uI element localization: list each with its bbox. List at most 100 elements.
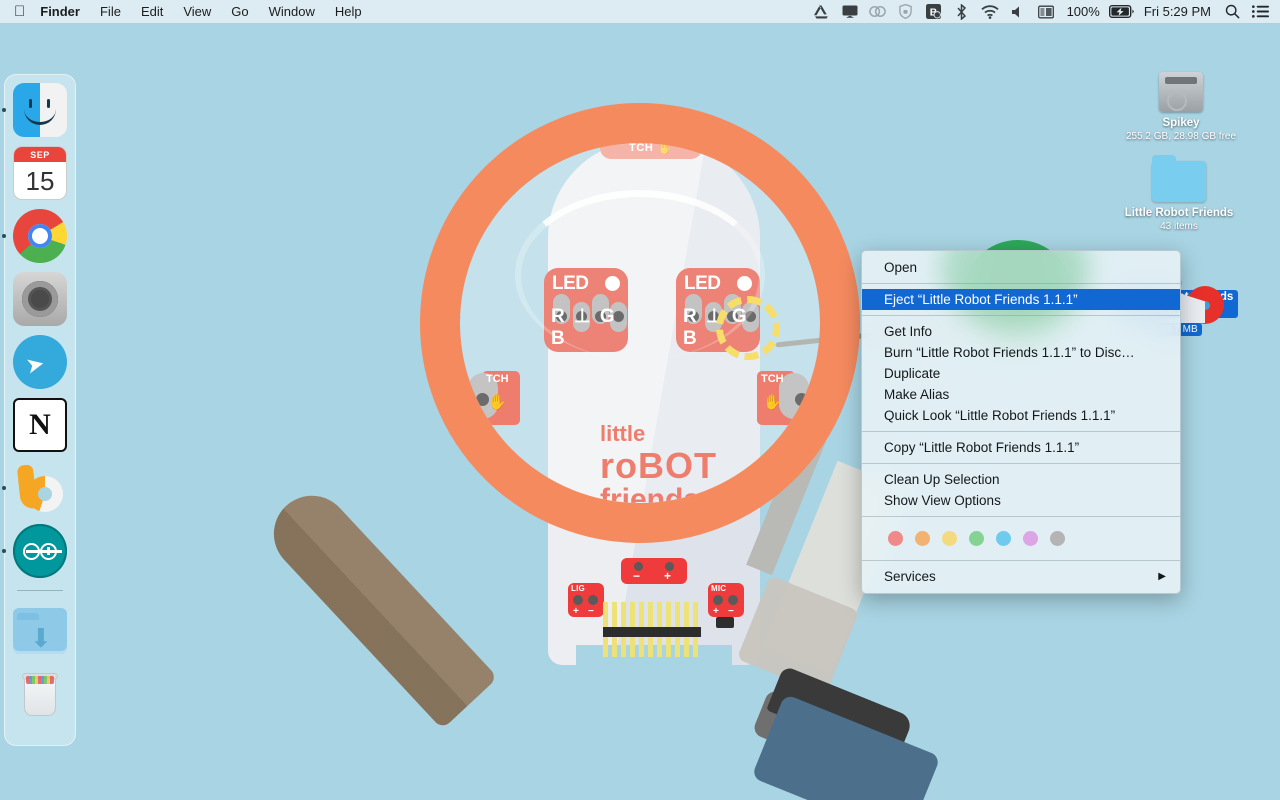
purple-tag[interactable] (1023, 531, 1038, 546)
dock-item-telegram[interactable]: ➤ (13, 335, 67, 389)
volume-icon[interactable] (1004, 5, 1032, 19)
search-icon[interactable] (1218, 4, 1246, 19)
creative-cloud-icon[interactable] (864, 5, 892, 18)
header-pin (657, 602, 662, 628)
context-menu-tag-row[interactable] (862, 522, 1180, 555)
airplay-display-icon[interactable] (836, 5, 864, 19)
dock-item-notion[interactable]: N (13, 398, 67, 452)
red-tag[interactable] (888, 531, 903, 546)
dock-item-trash[interactable] (13, 667, 67, 721)
header-pin (612, 637, 617, 657)
header-pin (621, 637, 626, 657)
dock-item-calendar[interactable]: SEP 15 (13, 146, 67, 200)
calendar-month-label: SEP (14, 147, 66, 162)
context-menu-item-copy[interactable]: Copy “Little Robot Friends 1.1.1” (862, 437, 1180, 458)
header-pin (603, 602, 608, 628)
header-pin (630, 637, 635, 657)
dock-item-bartender[interactable] (2, 461, 67, 515)
pin-header-black (603, 627, 701, 637)
menu-bar[interactable]:  Finder File Edit View Go Window Help B (0, 0, 1280, 24)
pin-header-top (603, 602, 701, 628)
dock-item-downloads[interactable]: ⬇ (13, 604, 67, 658)
menu-item-help[interactable]: Help (325, 0, 372, 24)
bartender-icon (13, 461, 67, 515)
finder-icon (13, 83, 67, 137)
header-pin (612, 602, 617, 628)
dock-item-finder[interactable] (2, 83, 67, 137)
dock-item-arduino[interactable] (2, 524, 67, 578)
yellow-tag[interactable] (942, 531, 957, 546)
gray-tag[interactable] (1050, 531, 1065, 546)
dock-item-system-preferences[interactable] (13, 272, 67, 326)
menu-item-file[interactable]: File (90, 0, 131, 24)
mic-pad-label: MIC (711, 584, 727, 593)
bartender-b-icon[interactable]: B (920, 4, 948, 19)
menu-item-go[interactable]: Go (221, 0, 258, 24)
menu-item-edit[interactable]: Edit (131, 0, 173, 24)
mic-plus-label: + (713, 606, 719, 617)
green-tag[interactable] (969, 531, 984, 546)
context-menu-item-services-label: Services (884, 569, 936, 584)
running-indicator-dot (2, 549, 6, 553)
context-menu[interactable]: Open Eject “Little Robot Friends 1.1.1” … (861, 250, 1181, 594)
context-menu-item-services[interactable]: Services ▶ (862, 566, 1180, 587)
header-pin (684, 602, 689, 628)
context-menu-item-eject[interactable]: Eject “Little Robot Friends 1.1.1” (862, 289, 1180, 310)
menu-item-view[interactable]: View (173, 0, 221, 24)
header-pin (693, 602, 698, 628)
context-menu-item-clean-up-selection[interactable]: Clean Up Selection (862, 469, 1180, 490)
header-pin (693, 637, 698, 657)
header-pin (657, 637, 662, 657)
header-pin (684, 637, 689, 657)
context-menu-separator (862, 315, 1180, 316)
desktop-icon-name: Little Robot Friends (1124, 207, 1234, 219)
context-menu-item-burn-to-disc[interactable]: Burn “Little Robot Friends 1.1.1” to Dis… (862, 342, 1180, 363)
context-menu-separator (862, 283, 1180, 284)
lig-plus-label: + (573, 606, 579, 617)
header-pin (603, 637, 608, 657)
menu-bar-status-area[interactable]: B 100% Fri 5:29 PM (808, 3, 1280, 20)
magnifier-ring (420, 103, 860, 543)
header-pin (639, 637, 644, 657)
menu-item-window[interactable]: Window (259, 0, 325, 24)
dock[interactable]: SEP 15 ➤ N ⬇ (2, 74, 76, 746)
header-pin (666, 602, 671, 628)
wifi-icon[interactable] (976, 4, 1004, 19)
shield-security-icon[interactable] (892, 4, 920, 19)
notification-center-icon[interactable] (1246, 5, 1274, 18)
context-menu-item-open[interactable]: Open (862, 257, 1180, 278)
context-menu-separator (862, 560, 1180, 561)
context-menu-item-make-alias[interactable]: Make Alias (862, 384, 1180, 405)
context-menu-item-quick-look[interactable]: Quick Look “Little Robot Friends 1.1.1” (862, 405, 1180, 426)
header-pin (630, 602, 635, 628)
notion-icon: N (13, 398, 67, 452)
battery-charging-icon[interactable] (1107, 5, 1137, 18)
orange-tag[interactable] (915, 531, 930, 546)
chip-shape (716, 617, 734, 628)
dock-item-chrome[interactable] (2, 209, 67, 263)
dock-separator (17, 590, 63, 591)
clock-label[interactable]: Fri 5:29 PM (1137, 4, 1218, 19)
blue-tag[interactable] (996, 531, 1011, 546)
battery-percent-label[interactable]: 100% (1060, 4, 1107, 19)
desktop-icon-spikey[interactable]: Spikey 255.2 GB, 28.98 GB free (1122, 58, 1240, 143)
keyboard-input-icon[interactable] (1032, 5, 1060, 19)
menu-item-finder[interactable]: Finder (37, 0, 90, 24)
google-drive-icon[interactable] (808, 4, 836, 19)
desktop-icon-little-robot-friends-folder[interactable]: Little Robot Friends 43 items (1120, 148, 1238, 233)
lig-minus-label: − (588, 606, 594, 617)
trash-icon (13, 667, 67, 721)
calendar-day-label: 15 (25, 166, 55, 196)
running-indicator-dot (2, 108, 6, 112)
bluetooth-icon[interactable] (948, 3, 976, 20)
context-menu-item-get-info[interactable]: Get Info (862, 321, 1180, 342)
battery-pad: − + (621, 558, 687, 584)
apple-menu-icon[interactable]:  (0, 4, 37, 19)
downloads-folder-icon: ⬇ (13, 608, 67, 654)
chevron-right-icon: ▶ (1158, 571, 1166, 582)
calendar-icon: SEP 15 (13, 146, 67, 200)
context-menu-item-show-view-options[interactable]: Show View Options (862, 490, 1180, 511)
context-menu-item-duplicate[interactable]: Duplicate (862, 363, 1180, 384)
notion-letter: N (29, 408, 51, 441)
header-pin (648, 602, 653, 628)
